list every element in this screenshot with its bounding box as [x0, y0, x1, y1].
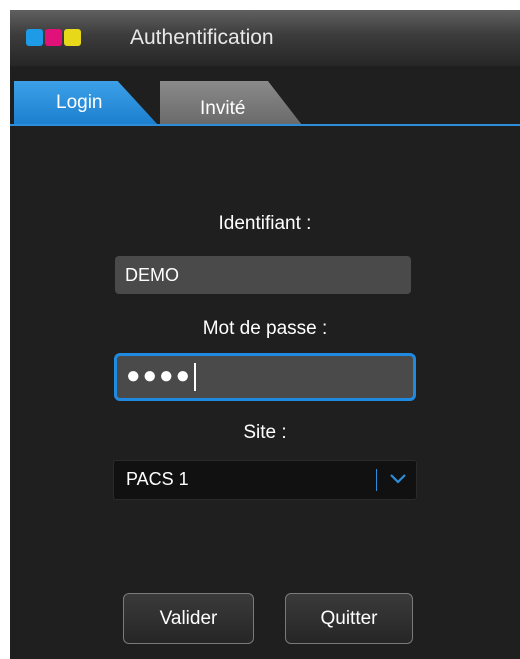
password-label: Mot de passe : — [202, 318, 328, 339]
site-label: Site : — [243, 422, 287, 443]
username-label: Identifiant : — [218, 213, 312, 234]
app-logo-icon — [26, 29, 81, 47]
tab-login-label: Login — [56, 92, 103, 113]
chevron-down-icon[interactable] — [388, 467, 408, 491]
site-select-value: PACS 1 — [126, 469, 189, 489]
auth-window: Authentification Invité Login Identifian… — [10, 10, 520, 659]
text-caret — [193, 362, 196, 391]
quit-button[interactable]: Quitter — [285, 593, 413, 644]
password-mask: ●●●● — [126, 362, 192, 389]
tab-invite[interactable]: Invité — [160, 81, 302, 125]
tab-login[interactable]: Login — [14, 81, 158, 125]
tab-underline — [10, 124, 520, 126]
select-divider — [376, 469, 377, 491]
username-field[interactable]: DEMO — [115, 256, 411, 294]
title-bar[interactable]: Authentification — [10, 10, 520, 66]
site-select[interactable]: PACS 1 — [113, 460, 417, 500]
window-title: Authentification — [130, 26, 274, 49]
tab-invite-label: Invité — [200, 98, 246, 119]
password-field[interactable]: ●●●● — [114, 353, 416, 401]
validate-button[interactable]: Valider — [123, 593, 254, 644]
